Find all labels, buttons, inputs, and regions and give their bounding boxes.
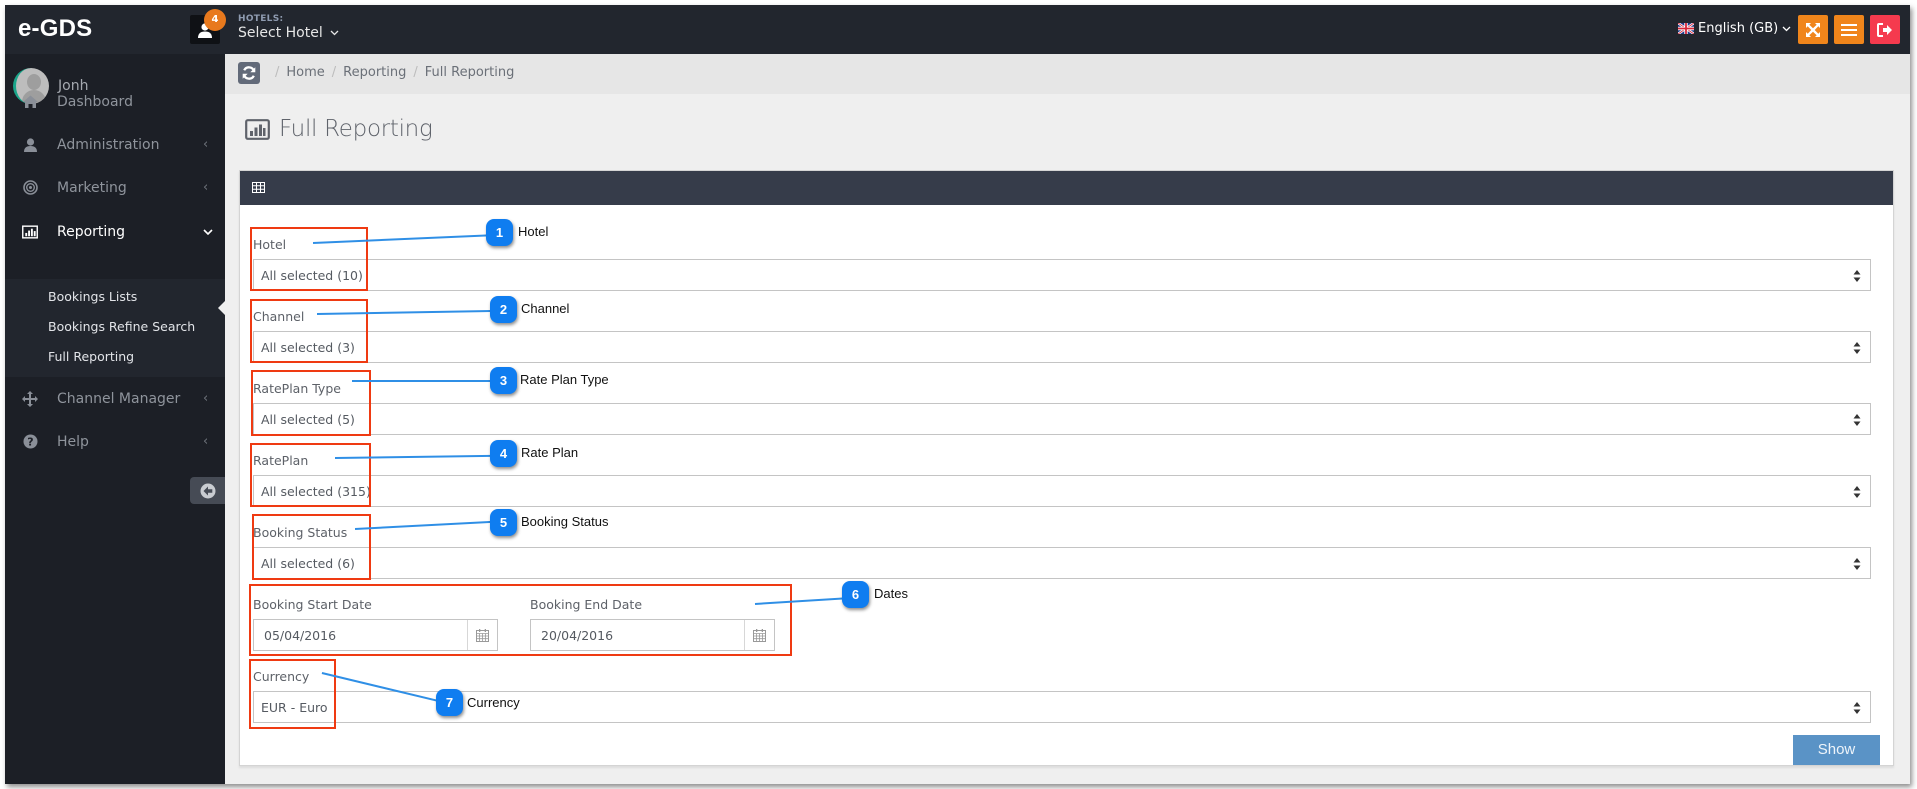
annotation-text: Rate Plan (521, 445, 579, 460)
table-icon (252, 182, 265, 193)
annotation-badge: 6 (842, 581, 869, 608)
annotation-badge: 1 (486, 219, 513, 246)
chevron-left-icon: ‹ (203, 180, 209, 195)
user-icon (22, 137, 38, 152)
arrow-circle-left-icon (200, 483, 215, 498)
select-arrows-icon (1853, 270, 1861, 282)
panel-header (240, 171, 1893, 205)
submenu-item-bookings-lists[interactable]: Bookings Lists (48, 289, 137, 304)
annotation-text: Dates (874, 586, 908, 601)
active-item-caret (218, 301, 225, 315)
page-title: Full Reporting (245, 116, 433, 142)
bar-chart-icon (245, 118, 270, 140)
sidebar-item-dashboard[interactable]: Dashboard (5, 80, 225, 123)
breadcrumb-current: Full Reporting (424, 65, 515, 80)
sidebar-item-label: Administration (57, 136, 160, 153)
sidebar-item-channel-manager[interactable]: Channel Manager ‹ (5, 377, 225, 420)
sidebar-item-label: Dashboard (57, 93, 133, 110)
select-arrows-icon (1853, 486, 1861, 498)
uk-flag-icon (1678, 23, 1694, 34)
annotation-box-rateplan (250, 443, 371, 507)
svg-text:?: ? (27, 436, 33, 449)
reporting-submenu: Bookings Lists Bookings Refine Search Fu… (5, 279, 225, 377)
sidebar-item-administration[interactable]: Administration ‹ (5, 123, 225, 166)
sidebar-item-marketing[interactable]: Marketing ‹ (5, 166, 225, 209)
sidebar-item-label: Channel Manager (57, 390, 181, 407)
select-arrows-icon (1853, 414, 1861, 426)
refresh-icon (242, 66, 256, 80)
breadcrumb-bar: / Home / Reporting / Full Reporting (225, 54, 1910, 94)
annotation-box-currency (249, 659, 336, 729)
annotation-box-hotel (250, 227, 368, 291)
hotel-select-label: Select Hotel (238, 25, 323, 41)
rateplan-type-select[interactable]: All selected (5) (253, 403, 1871, 435)
annotation-text: Channel (521, 301, 570, 316)
chevron-down-icon (1782, 26, 1791, 31)
sidebar-item-label: Help (57, 433, 89, 450)
move-arrows-icon (22, 390, 38, 407)
select-arrows-icon (1853, 702, 1861, 714)
fullscreen-icon (1806, 22, 1820, 37)
home-icon (22, 95, 38, 109)
chevron-down-icon (330, 30, 339, 36)
show-button[interactable]: Show (1793, 735, 1880, 765)
logo[interactable]: e-GDS (18, 15, 92, 43)
rateplan-select[interactable]: All selected (315) (253, 475, 1871, 507)
submenu-item-full-reporting[interactable]: Full Reporting (48, 349, 134, 364)
annotation-box-booking-status (252, 514, 371, 580)
logout-button[interactable] (1870, 15, 1900, 44)
select-arrows-icon (1853, 342, 1861, 354)
breadcrumb-reporting[interactable]: Reporting (343, 65, 406, 80)
annotation-text: Rate Plan Type (520, 372, 609, 387)
breadcrumb: / Home / Reporting / Full Reporting (275, 65, 515, 80)
target-icon (22, 180, 38, 195)
bar-chart-icon (22, 224, 38, 239)
annotation-leader-line (352, 380, 491, 382)
sidebar-item-label: Marketing (57, 179, 127, 196)
chevron-left-icon: ‹ (203, 391, 209, 406)
notification-count-badge: 4 (204, 9, 226, 31)
language-selector[interactable]: English (GB) (1678, 21, 1791, 36)
collapse-sidebar-button[interactable] (190, 477, 225, 504)
menu-icon (1841, 23, 1857, 36)
app-window: e-GDS 4 HOTELS: Select Hotel English (GB… (5, 5, 1910, 784)
sidebar: Jonh Dashboard Administration ‹ Marketin… (5, 54, 225, 784)
sidebar-item-label: Reporting (57, 223, 126, 240)
chevron-left-icon: ‹ (203, 137, 209, 152)
refresh-button[interactable] (238, 62, 260, 84)
question-circle-icon: ? (22, 434, 38, 449)
notifications-button[interactable]: 4 (190, 9, 226, 44)
annotation-box-channel (250, 299, 368, 363)
submenu-item-bookings-refine-search[interactable]: Bookings Refine Search (48, 319, 195, 334)
sidebar-item-reporting[interactable]: Reporting (5, 209, 225, 254)
language-label: English (GB) (1698, 21, 1779, 36)
annotation-text: Currency (467, 695, 520, 710)
menu-button[interactable] (1834, 15, 1864, 44)
annotation-box-dates (249, 584, 792, 656)
fullscreen-button[interactable] (1798, 15, 1828, 44)
select-arrows-icon (1853, 558, 1861, 570)
annotation-text: Hotel (518, 224, 549, 239)
chevron-down-icon (203, 224, 213, 239)
hotel-selector[interactable]: HOTELS: Select Hotel (238, 14, 339, 41)
annotation-badge: 3 (490, 367, 517, 394)
sidebar-item-help[interactable]: ? Help ‹ (5, 420, 225, 463)
hotel-select[interactable]: All selected (10) (253, 259, 1871, 291)
annotation-badge: 2 (490, 296, 517, 323)
report-filter-panel: Hotel All selected (10) Channel All sele… (239, 170, 1894, 766)
annotation-badge: 5 (490, 509, 517, 536)
page-title-text: Full Reporting (279, 116, 433, 142)
annotation-badge: 4 (490, 440, 517, 467)
chevron-left-icon: ‹ (203, 434, 209, 449)
booking-status-select[interactable]: All selected (6) (253, 547, 1871, 579)
logout-icon (1877, 22, 1892, 37)
breadcrumb-home[interactable]: Home (286, 65, 324, 80)
annotation-badge: 7 (436, 689, 463, 716)
hotels-caption: HOTELS: (238, 14, 284, 24)
annotation-text: Booking Status (521, 514, 609, 529)
channel-select[interactable]: All selected (3) (253, 331, 1871, 363)
top-navbar: e-GDS 4 HOTELS: Select Hotel English (GB… (5, 5, 1910, 54)
